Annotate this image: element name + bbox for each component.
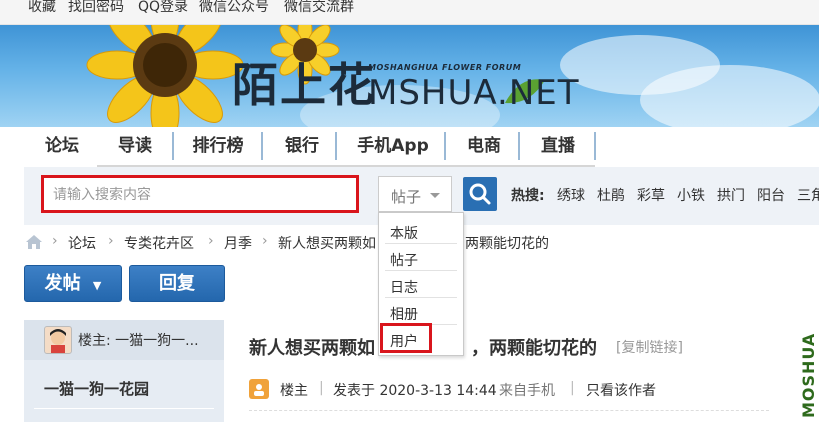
nav-guide[interactable]: 导读 <box>114 127 156 167</box>
meta-divider: | <box>570 380 575 396</box>
nav-shop[interactable]: 电商 <box>464 127 504 167</box>
thread-title-left: 新人想买两颗如 <box>249 338 375 359</box>
nav-bank[interactable]: 银行 <box>282 127 322 167</box>
dropdown-option-blog[interactable]: 日志 <box>390 277 418 297</box>
search-button[interactable] <box>463 177 497 211</box>
search-icon <box>469 183 491 205</box>
breadcrumb-thread-end: 两颗能切花的 <box>465 236 549 252</box>
author-name[interactable]: 一猫一狗一花园 <box>44 378 149 399</box>
dropdown-option-board[interactable]: 本版 <box>390 223 418 243</box>
nav-mobile-app[interactable]: 手机App <box>356 127 430 167</box>
recover-password-link[interactable]: 找回密码 <box>68 0 124 24</box>
hot-search-term[interactable]: 拱门 <box>717 185 745 205</box>
nav-forum[interactable]: 论坛 <box>42 127 82 167</box>
post-button-label: 发帖 <box>44 273 81 294</box>
main-nav: 论坛 导读 排行榜 银行 手机App 电商 直播 <box>24 127 819 167</box>
hot-search-label: 热搜: <box>511 188 545 204</box>
reply-button[interactable]: 回复 <box>129 265 225 302</box>
search-input[interactable]: 请输入搜索内容 <box>41 175 359 213</box>
dropdown-caret-icon <box>430 193 440 198</box>
meta-divider: | <box>319 380 324 396</box>
nav-ranking[interactable]: 排行榜 <box>188 127 248 167</box>
qq-login-link[interactable]: QQ登录 <box>138 0 188 24</box>
meta-source: 来自手机 <box>499 383 555 399</box>
wechat-official-link[interactable]: 微信公众号 <box>199 0 269 24</box>
copy-link[interactable]: [复制链接] <box>616 337 683 357</box>
nav-live[interactable]: 直播 <box>538 127 578 167</box>
hot-search-term[interactable]: 小铁 <box>677 185 705 205</box>
highlight-box <box>380 323 432 353</box>
dropdown-divider <box>385 243 457 244</box>
watermark: MOSHUA <box>797 332 818 422</box>
avatar[interactable] <box>44 326 72 354</box>
nav-divider <box>335 132 337 160</box>
hot-search-term[interactable]: 三角 <box>797 185 819 205</box>
dropdown-divider <box>385 270 457 271</box>
dropdown-option-post[interactable]: 帖子 <box>390 250 418 270</box>
meta-op-label: 楼主 <box>280 383 308 399</box>
op-label: 楼主: 一猫一狗一... <box>78 333 199 349</box>
sidebar-divider <box>34 408 214 409</box>
breadcrumb-category[interactable]: 专类花卉区 <box>124 233 194 253</box>
hot-search-term[interactable]: 彩草 <box>637 185 665 205</box>
top-link-bar: 收藏 找回密码 QQ登录 微信公众号 微信交流群 <box>0 0 819 25</box>
nav-divider <box>444 132 446 160</box>
dropdown-divider <box>385 297 457 298</box>
nav-divider <box>518 132 520 160</box>
watermark-text: MOSHUA <box>799 332 818 418</box>
chevron-down-icon: ▼ <box>92 279 102 292</box>
hot-search-term[interactable]: 绣球 <box>557 185 585 205</box>
author-badge-icon <box>249 379 269 399</box>
dropdown-option-album[interactable]: 相册 <box>390 304 418 324</box>
breadcrumb-rose[interactable]: 月季 <box>224 233 252 253</box>
nav-divider <box>261 132 263 160</box>
header-banner: 陌上花 MOSHANGHUA FLOWER FORUM MSHUA.NET <box>0 25 819 127</box>
logo-chinese: 陌上花 <box>232 58 376 112</box>
meta-divider-line <box>249 410 769 412</box>
hot-search-term[interactable]: 杜鹃 <box>597 185 625 205</box>
logo-english: MSHUA.NET <box>368 73 580 113</box>
wechat-group-link[interactable]: 微信交流群 <box>284 0 354 24</box>
post-button[interactable]: 发帖 ▼ <box>24 265 122 302</box>
breadcrumb-forum[interactable]: 论坛 <box>68 233 96 253</box>
breadcrumb-thread[interactable]: 新人想买两颗如 <box>278 233 376 253</box>
only-author-link[interactable]: 只看该作者 <box>586 380 656 400</box>
thread-title-right: ，两颗能切花的 <box>471 338 597 359</box>
hot-search-term[interactable]: 阳台 <box>757 185 785 205</box>
home-icon[interactable] <box>24 234 44 250</box>
search-type-label: 帖子 <box>391 188 422 206</box>
logo-tagline: MOSHANGHUA FLOWER FORUM <box>368 63 522 72</box>
favorite-link[interactable]: 收藏 <box>28 0 56 24</box>
meta-posted: 发表于 2020-3-13 14:44 <box>333 383 497 399</box>
nav-divider <box>594 132 596 160</box>
nav-divider <box>172 132 174 160</box>
avatar-image <box>50 329 66 353</box>
